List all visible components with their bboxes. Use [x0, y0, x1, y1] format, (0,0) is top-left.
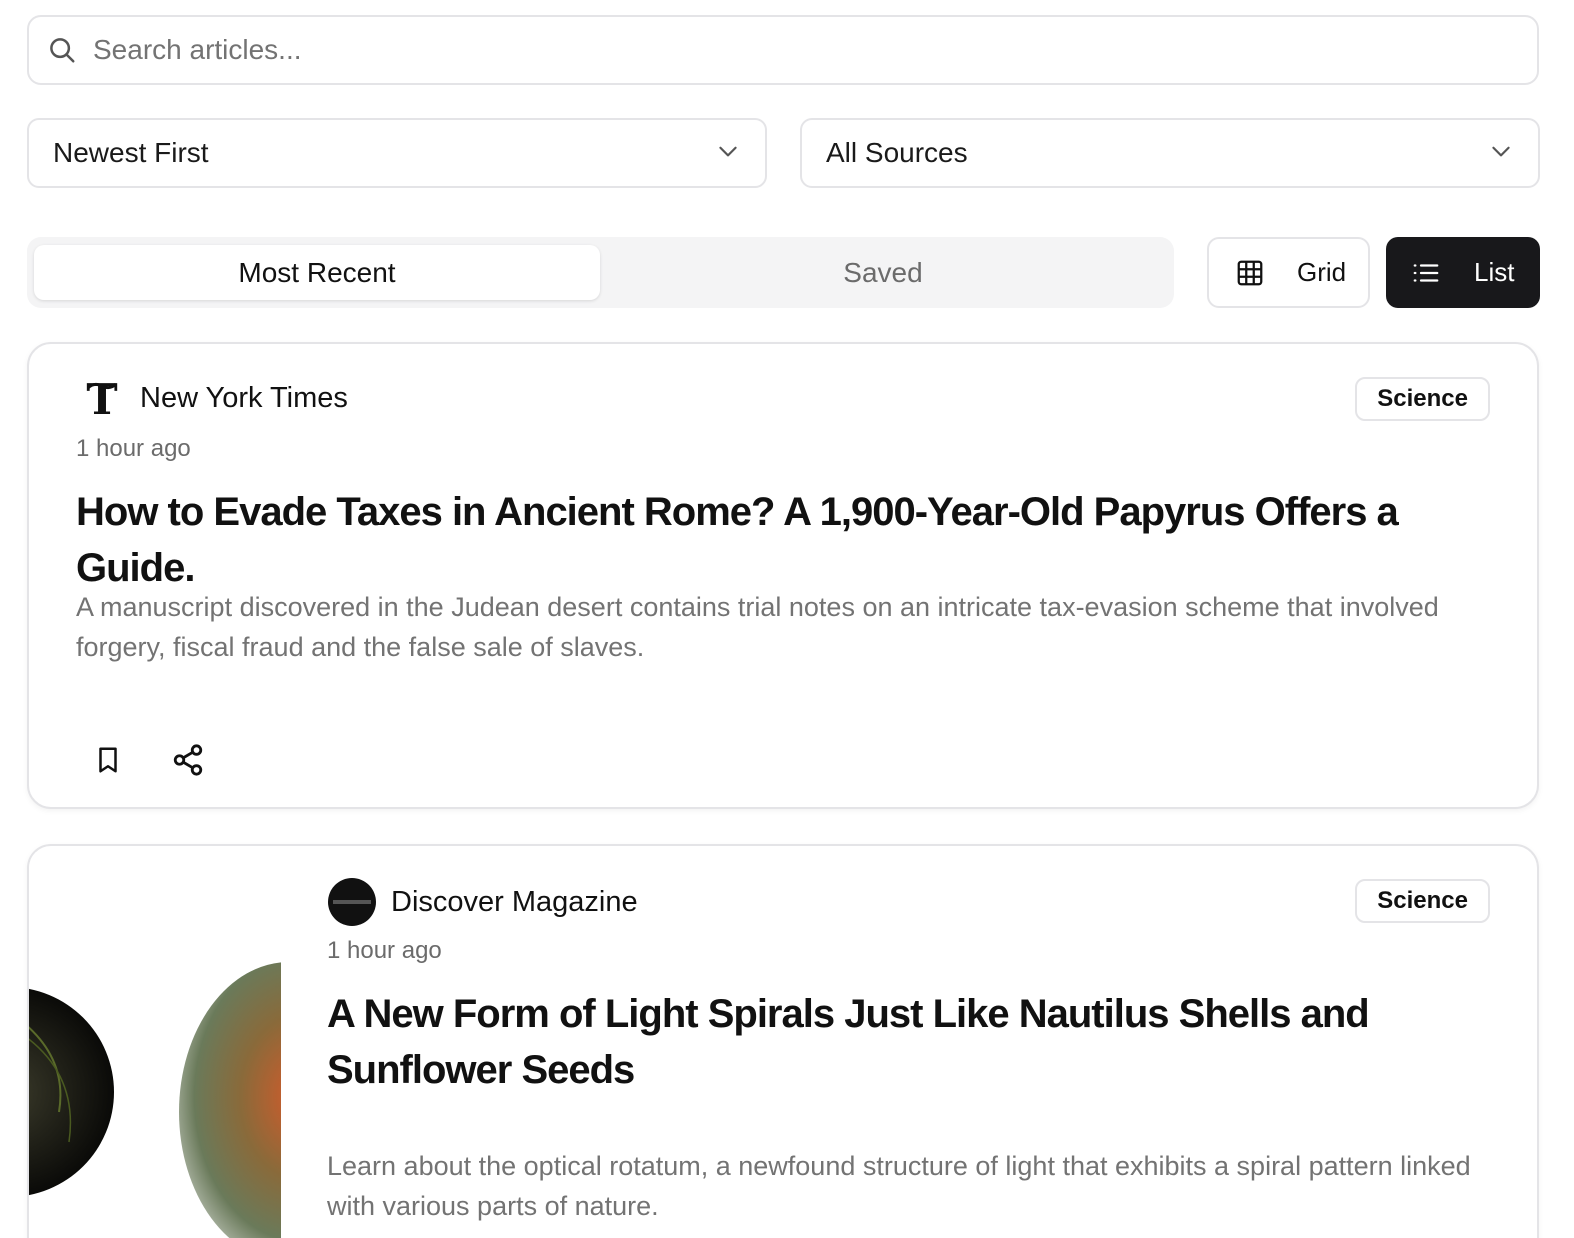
tab-most-recent[interactable]: Most Recent [34, 245, 600, 300]
sort-select-value: Newest First [53, 137, 209, 168]
article-title[interactable]: A New Form of Light Spirals Just Like Na… [327, 986, 1507, 1098]
grid-icon [1235, 258, 1265, 288]
article-title[interactable]: How to Evade Taxes in Ancient Rome? A 1,… [76, 484, 1496, 596]
sort-select[interactable]: Newest First [27, 118, 767, 188]
source-select[interactable]: All Sources [800, 118, 1540, 188]
search-bar[interactable] [27, 15, 1539, 85]
search-icon [47, 35, 77, 65]
article-description: Learn about the optical rotatum, a newfo… [327, 1151, 1471, 1221]
category-badge: Science [1355, 377, 1490, 421]
chevron-down-icon [715, 138, 741, 169]
article-thumbnail [29, 852, 281, 1238]
grid-view-button[interactable]: Grid [1207, 237, 1370, 308]
article-timestamp: 1 hour ago [76, 435, 191, 462]
bookmark-icon[interactable] [91, 742, 125, 778]
article-timestamp: 1 hour ago [327, 937, 442, 964]
article-card[interactable]: Discover Magazine 1 hour ago Science A N… [27, 844, 1539, 1238]
feed-tabs: Most Recent Saved [27, 237, 1174, 308]
article-source: New York Times [140, 382, 348, 414]
chevron-down-icon [1488, 138, 1514, 169]
discover-logo-icon [327, 877, 377, 927]
article-source: Discover Magazine [391, 886, 638, 918]
search-input[interactable] [93, 34, 1493, 66]
share-icon[interactable] [170, 742, 206, 778]
source-select-value: All Sources [826, 137, 968, 168]
category-badge: Science [1355, 879, 1490, 923]
tab-saved[interactable]: Saved [600, 245, 1166, 300]
nyt-logo-icon: T [81, 377, 123, 423]
news-feed-page: Newest First All Sources Most Recent Sav… [0, 0, 1574, 1238]
list-view-button[interactable]: List [1386, 237, 1540, 308]
list-view-label: List [1474, 257, 1515, 287]
list-icon [1410, 258, 1442, 288]
article-description: A manuscript discovered in the Judean de… [76, 592, 1439, 662]
grid-view-label: Grid [1297, 257, 1347, 287]
article-card[interactable]: T New York Times 1 hour ago Science How … [27, 342, 1539, 809]
